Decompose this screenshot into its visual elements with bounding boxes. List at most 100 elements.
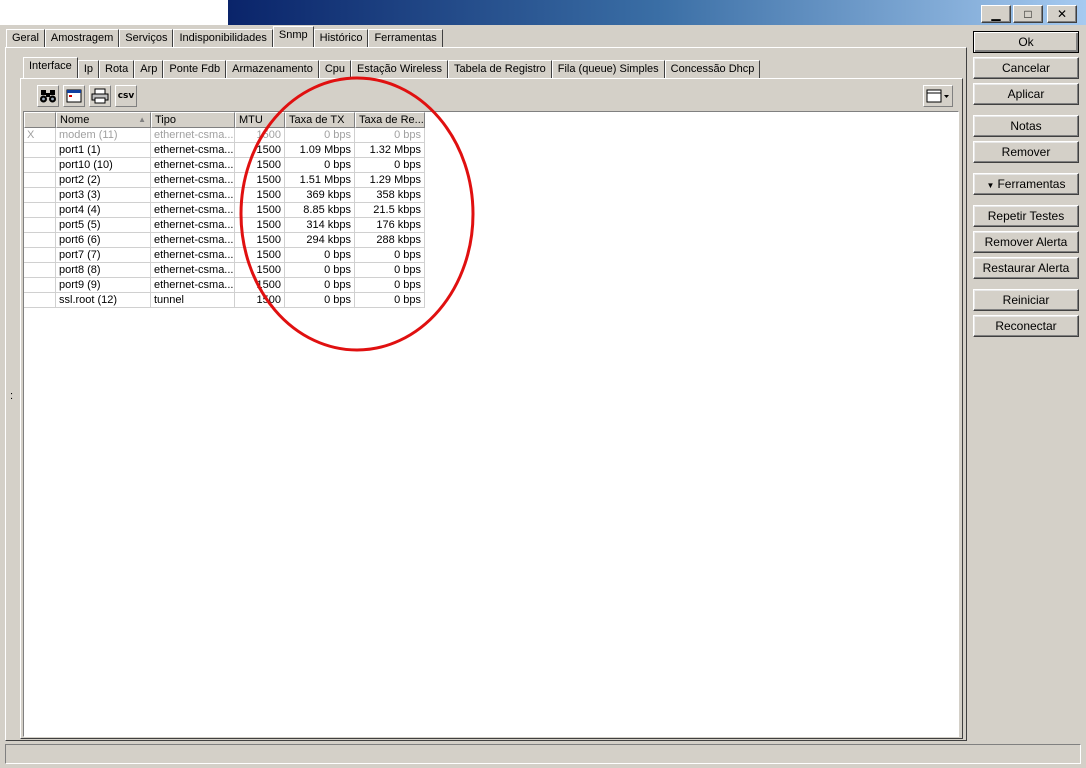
column-header-label: Taxa de TX: [289, 114, 345, 126]
close-icon: ✕: [1056, 7, 1068, 21]
table-row[interactable]: ssl.root (12) tunnel 1500 0 bps 0 bps: [24, 293, 425, 308]
tab-ferramentas[interactable]: Ferramentas: [368, 29, 443, 47]
column-header-tx[interactable]: Taxa de TX: [285, 112, 355, 128]
tab-indisponibilidades[interactable]: Indisponibilidades: [173, 29, 273, 47]
cell-flag: [24, 248, 56, 263]
ferramentas-button[interactable]: ▼ Ferramentas: [973, 173, 1079, 195]
csv-icon: csv: [117, 91, 135, 101]
cell-mtu: 1500: [235, 143, 285, 158]
repetir-testes-button[interactable]: Repetir Testes: [973, 205, 1079, 227]
maximize-button[interactable]: □: [1013, 5, 1043, 23]
button-label: Cancelar: [1001, 61, 1051, 75]
button-label: Notas: [1010, 119, 1042, 133]
subtab-arp[interactable]: Arp: [134, 60, 164, 78]
cell-mtu: 1500: [235, 158, 285, 173]
cell-flag: [24, 278, 56, 293]
find-button[interactable]: [37, 85, 59, 107]
print-button[interactable]: [89, 85, 111, 107]
subtab-concess-o-dhcp[interactable]: Concessão Dhcp: [664, 60, 761, 78]
aplicar-button[interactable]: Aplicar: [973, 83, 1079, 105]
subtab-ponte-fdb[interactable]: Ponte Fdb: [163, 60, 227, 78]
column-header-nome[interactable]: Nome ▲: [56, 112, 151, 128]
cell-tx-rate: 369 kbps: [285, 188, 355, 203]
subtab-rota[interactable]: Rota: [99, 60, 135, 78]
interface-table[interactable]: Nome ▲ Tipo MTU Taxa de TX Taxa de Re... Xmod…: [23, 111, 959, 737]
table-row[interactable]: port8 (8) ethernet-csma... 1500 0 bps 0 bps: [24, 263, 425, 278]
remover-button[interactable]: Remover: [973, 141, 1079, 163]
cell-rx-rate: 0 bps: [355, 278, 425, 293]
subtab-ip[interactable]: Ip: [77, 60, 99, 78]
cell-rx-rate: 1.32 Mbps: [355, 143, 425, 158]
cell-mtu: 1500: [235, 293, 285, 308]
table-row[interactable]: port6 (6) ethernet-csma... 1500 294 kbps 288…: [24, 233, 425, 248]
table-row[interactable]: port7 (7) ethernet-csma... 1500 0 bps 0 bps: [24, 248, 425, 263]
tab-geral[interactable]: Geral: [6, 29, 45, 47]
cell-type: ethernet-csma...: [151, 128, 235, 143]
cell-name: port7 (7): [56, 248, 151, 263]
cell-mtu: 1500: [235, 278, 285, 293]
title-bar[interactable]: [228, 0, 1086, 25]
minimize-button[interactable]: ▁: [981, 5, 1011, 23]
cell-tx-rate: 0 bps: [285, 158, 355, 173]
cell-mtu: 1500: [235, 203, 285, 218]
button-label: Repetir Testes: [987, 209, 1065, 223]
columns-menu-button[interactable]: [923, 85, 953, 107]
button-label: Ok: [1018, 35, 1034, 49]
tab-amostragem[interactable]: Amostragem: [44, 29, 120, 47]
table-row[interactable]: Xmodem (11) ethernet-csma... 1500 0 bps 0 bp…: [24, 128, 425, 143]
window-icon: [66, 89, 82, 103]
main-tab-bar: Geral Amostragem Serviços Indisponibilidade…: [6, 26, 443, 50]
table-row[interactable]: port4 (4) ethernet-csma... 1500 8.85 kbps 21…: [24, 203, 425, 218]
tab-servi-os[interactable]: Serviços: [119, 29, 174, 47]
column-header-label: Tipo: [155, 114, 176, 126]
reconectar-button[interactable]: Reconectar: [973, 315, 1079, 337]
cell-type: ethernet-csma...: [151, 278, 235, 293]
table-row[interactable]: port2 (2) ethernet-csma... 1500 1.51 Mbps 1.…: [24, 173, 425, 188]
tab-snmp[interactable]: Snmp: [272, 26, 314, 47]
notas-button[interactable]: Notas: [973, 115, 1079, 137]
cell-mtu: 1500: [235, 233, 285, 248]
cell-flag: [24, 158, 56, 173]
column-header-tipo[interactable]: Tipo: [151, 112, 235, 128]
cell-flag: [24, 293, 56, 308]
table-row[interactable]: port5 (5) ethernet-csma... 1500 314 kbps 176…: [24, 218, 425, 233]
column-header-label: Nome: [60, 114, 90, 126]
cell-name: port2 (2): [56, 173, 151, 188]
table-row[interactable]: port1 (1) ethernet-csma... 1500 1.09 Mbps 1.…: [24, 143, 425, 158]
cell-name: port4 (4): [56, 203, 151, 218]
restaurar-alerta-button[interactable]: Restaurar Alerta: [973, 257, 1079, 279]
cell-rx-rate: 0 bps: [355, 248, 425, 263]
cell-type: ethernet-csma...: [151, 248, 235, 263]
table-row[interactable]: port9 (9) ethernet-csma... 1500 0 bps 0 bps: [24, 278, 425, 293]
cell-flag: X: [24, 128, 56, 143]
cell-mtu: 1500: [235, 173, 285, 188]
ok-button[interactable]: Ok: [973, 31, 1079, 53]
window-button[interactable]: [63, 85, 85, 107]
column-header-label: Taxa de Re...: [359, 114, 424, 126]
cell-flag: [24, 218, 56, 233]
subtab-armazenamento[interactable]: Armazenamento: [226, 60, 319, 78]
splitter-handle[interactable]: :: [10, 390, 13, 402]
subtab-interface[interactable]: Interface: [23, 57, 78, 78]
cell-tx-rate: 0 bps: [285, 278, 355, 293]
remover-alerta-button[interactable]: Remover Alerta: [973, 231, 1079, 253]
subtab-esta-o-wireless[interactable]: Estação Wireless: [351, 60, 449, 78]
subtab-fila-queue-simples[interactable]: Fila (queue) Simples: [551, 60, 665, 78]
cell-type: ethernet-csma...: [151, 263, 235, 278]
column-header-flag[interactable]: [24, 112, 56, 128]
button-label: Aplicar: [1007, 87, 1045, 101]
subtab-tabela-de-registro[interactable]: Tabela de Registro: [448, 60, 552, 78]
export-csv-button[interactable]: csv: [115, 85, 137, 107]
cell-tx-rate: 0 bps: [285, 248, 355, 263]
column-header-rx[interactable]: Taxa de Re...: [355, 112, 425, 128]
reiniciar-button[interactable]: Reiniciar: [973, 289, 1079, 311]
subtab-cpu[interactable]: Cpu: [318, 60, 352, 78]
close-button[interactable]: ✕: [1047, 5, 1077, 23]
table-row[interactable]: port10 (10) ethernet-csma... 1500 0 bps 0 bp…: [24, 158, 425, 173]
column-header-mtu[interactable]: MTU: [235, 112, 285, 128]
cell-mtu: 1500: [235, 188, 285, 203]
cancelar-button[interactable]: Cancelar: [973, 57, 1079, 79]
table-row[interactable]: port3 (3) ethernet-csma... 1500 369 kbps 358…: [24, 188, 425, 203]
tab-hist-rico[interactable]: Histórico: [313, 29, 369, 47]
printer-icon: [91, 88, 109, 104]
